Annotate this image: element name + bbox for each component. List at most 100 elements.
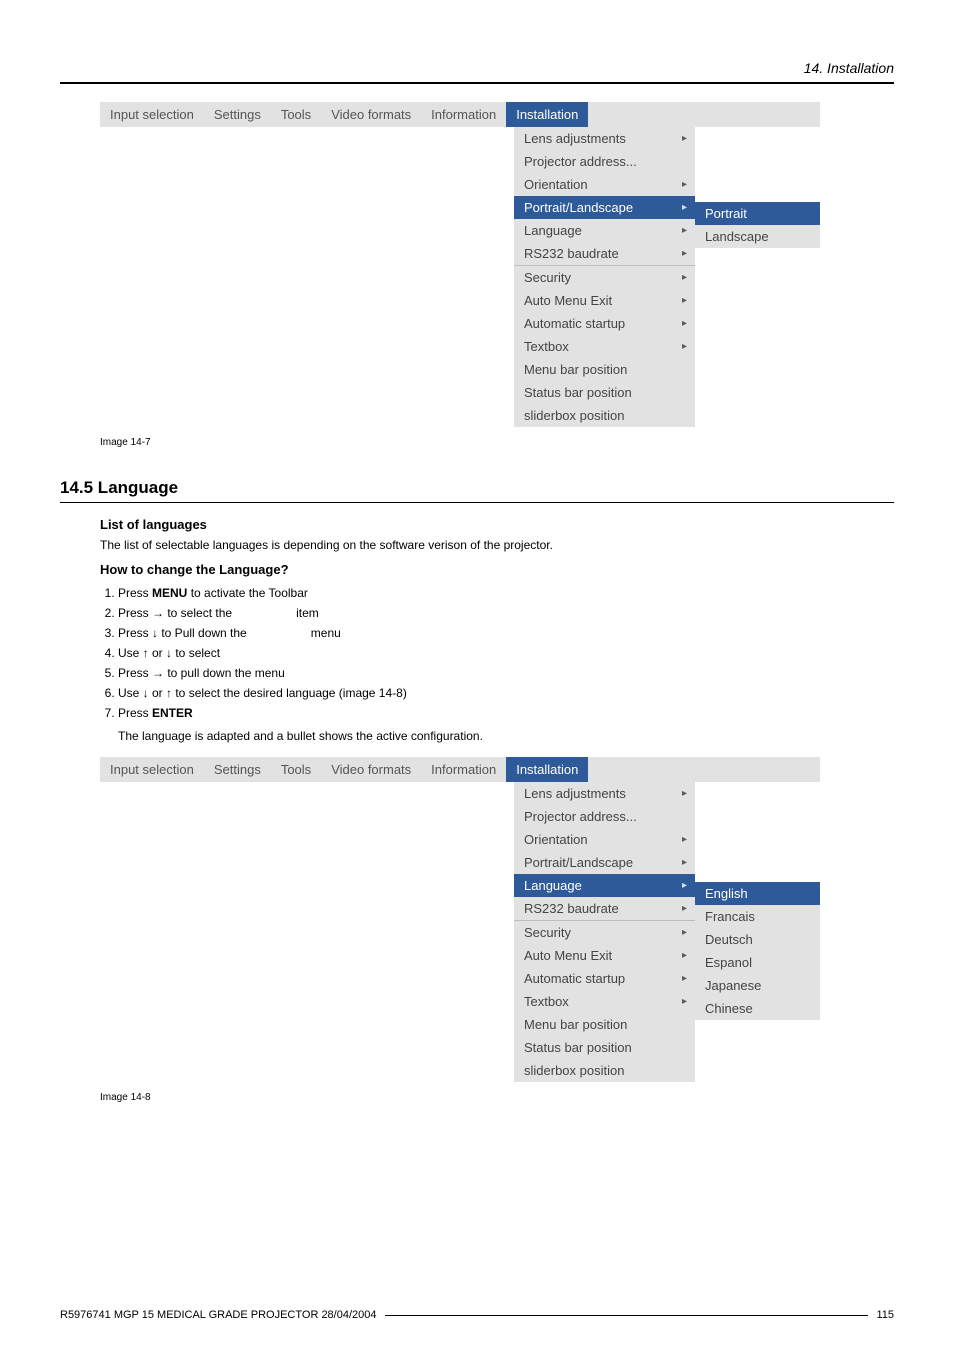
menu-item[interactable]: Security ▸ xyxy=(514,265,695,289)
figure-caption: Image 14-8 xyxy=(100,1092,894,1103)
menu-item-label: sliderbox position xyxy=(524,408,624,423)
menu-item[interactable]: RS232 baudrate ▸ xyxy=(514,897,695,920)
chevron-right-icon: ▸ xyxy=(682,996,687,1007)
figure-caption: Image 14-7 xyxy=(100,437,894,448)
step-item: Press → to select the Installation item xyxy=(118,603,894,623)
menubar-tab[interactable]: Video formats xyxy=(321,102,421,127)
menubar-tab[interactable]: Installation xyxy=(506,102,588,127)
chevron-right-icon: ▸ xyxy=(682,272,687,283)
menu-item-label: sliderbox position xyxy=(524,1063,624,1078)
menu-item[interactable]: Security▸ xyxy=(514,920,695,944)
menu-item[interactable]: Portrait/Landscape ▸ xyxy=(514,851,695,874)
installation-dropdown: Lens adjustments▸Projector address...Ori… xyxy=(514,127,695,427)
menu-item[interactable]: Projector address... xyxy=(514,805,695,828)
chevron-right-icon: ▸ xyxy=(682,880,687,891)
menubar-tab[interactable]: Input selection xyxy=(100,757,204,782)
step-item: Use ↑ or ↓ to select Language xyxy=(118,643,894,663)
menu-item[interactable]: Language▸ xyxy=(514,219,695,242)
language-submenu: EnglishFrancaisDeutschEspanolJapaneseChi… xyxy=(695,882,820,1020)
figure-14-7: Input selectionSettingsToolsVideo format… xyxy=(100,102,894,427)
chapter-header: 14. Installation xyxy=(60,60,894,84)
chevron-right-icon: ▸ xyxy=(682,903,687,914)
menu-item-label: Projector address... xyxy=(524,154,637,169)
menu-item-label: Language xyxy=(524,223,582,238)
submenu-item[interactable]: Espanol xyxy=(695,951,820,974)
menubar: Input selectionSettingsToolsVideo format… xyxy=(100,757,820,782)
step-item: Press MENU to activate the Toolbar xyxy=(118,583,894,603)
menu-item-label: Orientation xyxy=(524,832,588,847)
menu-item-label: Automatic startup xyxy=(524,971,625,986)
menubar-tab[interactable]: Video formats xyxy=(321,757,421,782)
menu-item-label: Textbox xyxy=(524,994,569,1009)
menu-item-label: Projector address... xyxy=(524,809,637,824)
menu-item-label: Portrait/Landscape xyxy=(524,855,633,870)
step-item: Use ↓ or ↑ to select the desired languag… xyxy=(118,683,894,703)
subheading-list-of-languages: List of languages xyxy=(100,517,894,532)
menubar-tab[interactable]: Settings xyxy=(204,757,271,782)
menubar-tab[interactable]: Settings xyxy=(204,102,271,127)
menubar-tab[interactable]: Tools xyxy=(271,757,321,782)
menu-item[interactable]: Status bar position xyxy=(514,1036,695,1059)
menu-item-label: Lens adjustments xyxy=(524,786,626,801)
chevron-right-icon: ▸ xyxy=(682,834,687,845)
menu-item[interactable]: Menu bar position xyxy=(514,358,695,381)
chevron-right-icon: ▸ xyxy=(682,788,687,799)
chevron-right-icon: ▸ xyxy=(682,973,687,984)
menu-item[interactable]: RS232 baudrate▸ xyxy=(514,242,695,265)
doc-id: R5976741 MGP 15 MEDICAL GRADE PROJECTOR … xyxy=(60,1309,385,1321)
submenu-item[interactable]: Chinese xyxy=(695,997,820,1020)
menubar-tab[interactable]: Information xyxy=(421,102,506,127)
chevron-right-icon: ▸ xyxy=(682,202,687,213)
figure-14-8: Input selectionSettingsToolsVideo format… xyxy=(100,757,894,1082)
menubar-tab[interactable]: Installation xyxy=(506,757,588,782)
menu-item-label: Security xyxy=(524,270,571,285)
chevron-right-icon: ▸ xyxy=(682,341,687,352)
menu-item[interactable]: Lens adjustments▸ xyxy=(514,127,695,150)
menu-item-label: Auto Menu Exit xyxy=(524,948,612,963)
chevron-right-icon: ▸ xyxy=(682,950,687,961)
submenu-item[interactable]: Japanese xyxy=(695,974,820,997)
menu-item[interactable]: Automatic startup▸ xyxy=(514,312,695,335)
menu-item[interactable]: sliderbox position xyxy=(514,1059,695,1082)
menubar-tab[interactable]: Input selection xyxy=(100,102,204,127)
menu-item-label: Language xyxy=(524,878,582,893)
menu-item[interactable]: Textbox ▸ xyxy=(514,335,695,358)
menubar-tab[interactable]: Tools xyxy=(271,102,321,127)
chevron-right-icon: ▸ xyxy=(682,857,687,868)
menu-item-label: Automatic startup xyxy=(524,316,625,331)
menu-item-label: Status bar position xyxy=(524,385,632,400)
menu-item[interactable]: Orientation▸ xyxy=(514,173,695,196)
menu-item[interactable]: Status bar position xyxy=(514,381,695,404)
step-item: Press ↓ to Pull down the Installation me… xyxy=(118,623,894,643)
menu-item[interactable]: Textbox ▸ xyxy=(514,990,695,1013)
submenu-item[interactable]: Deutsch xyxy=(695,928,820,951)
menu-item[interactable]: Auto Menu Exit ▸ xyxy=(514,944,695,967)
chevron-right-icon: ▸ xyxy=(682,295,687,306)
menubar-tab[interactable]: Information xyxy=(421,757,506,782)
chevron-right-icon: ▸ xyxy=(682,179,687,190)
menu-item[interactable]: Menu bar position xyxy=(514,1013,695,1036)
menu-item[interactable]: Projector address... xyxy=(514,150,695,173)
menu-item[interactable]: Orientation ▸ xyxy=(514,828,695,851)
steps-list: Press MENU to activate the ToolbarPress … xyxy=(118,583,894,723)
page-footer: R5976741 MGP 15 MEDICAL GRADE PROJECTOR … xyxy=(60,1309,894,1321)
menu-item[interactable]: Lens adjustments ▸ xyxy=(514,782,695,805)
menu-item[interactable]: Portrait/Landscape▸ xyxy=(514,196,695,219)
menu-item[interactable]: sliderbox position xyxy=(514,404,695,427)
menu-item-label: Lens adjustments xyxy=(524,131,626,146)
step-item: Press → to pull down the menu xyxy=(118,663,894,683)
paragraph: The list of selectable languages is depe… xyxy=(100,538,894,552)
submenu-item[interactable]: Landscape xyxy=(695,225,820,248)
menu-item-label: RS232 baudrate xyxy=(524,246,619,261)
submenu-item[interactable]: Francais xyxy=(695,905,820,928)
menu-item[interactable]: Language ▸ xyxy=(514,874,695,897)
menu-item-label: Textbox xyxy=(524,339,569,354)
menu-item-label: RS232 baudrate xyxy=(524,901,619,916)
submenu-item[interactable]: English xyxy=(695,882,820,905)
subheading-how-to-change: How to change the Language? xyxy=(100,562,894,577)
menu-item[interactable]: Automatic startup ▸ xyxy=(514,967,695,990)
submenu-item[interactable]: Portrait xyxy=(695,202,820,225)
result-paragraph: The language is adapted and a bullet sho… xyxy=(118,729,894,743)
menu-item[interactable]: Auto Menu Exit▸ xyxy=(514,289,695,312)
menu-item-label: Menu bar position xyxy=(524,1017,627,1032)
